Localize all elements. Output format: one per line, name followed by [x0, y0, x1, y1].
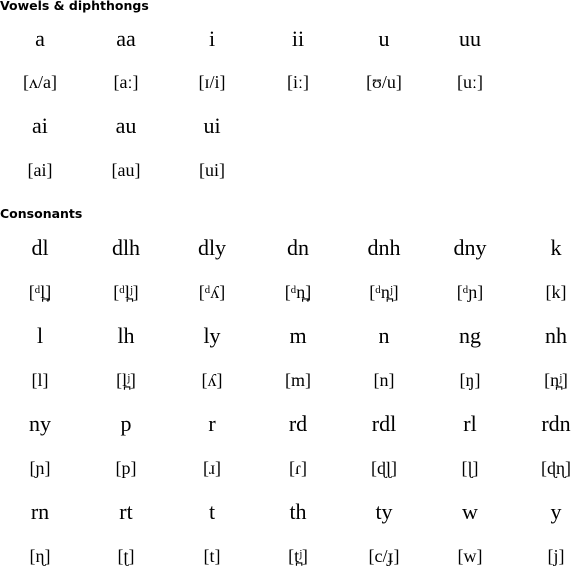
- vowels-heading: Vowels & diphthongs: [0, 0, 149, 13]
- ipa-transcription: [iː]: [287, 72, 309, 92]
- letter: p: [120, 411, 132, 436]
- letter: rd: [288, 411, 308, 436]
- letter: y: [550, 499, 562, 524]
- ipa-transcription: [w]: [457, 546, 483, 566]
- ipa-transcription: [aː]: [113, 72, 139, 92]
- consonants-heading: Consonants: [0, 206, 83, 221]
- ipa-transcription: [ɭ]: [461, 458, 479, 478]
- ipa-transcription: [ɪ/i]: [198, 72, 226, 92]
- letter: aa: [116, 26, 136, 51]
- ipa-transcription: [ai]: [27, 160, 53, 180]
- ipa-transcription: [ʎ]: [201, 370, 223, 390]
- letter: dlh: [111, 235, 141, 260]
- letter: ng: [459, 323, 481, 348]
- ipa-transcription: [ᵈn̪ʲ]: [369, 282, 399, 302]
- ipa-transcription: [ʌ/a]: [23, 72, 57, 92]
- letter: dly: [197, 235, 227, 260]
- letter: ii: [291, 26, 305, 51]
- letter: ly: [203, 323, 221, 348]
- letter: rn: [30, 499, 50, 524]
- ipa-transcription: [ᵈl̪ʲ]: [113, 282, 139, 302]
- ipa-transcription: [n̪ʲ]: [544, 370, 568, 390]
- ipa-transcription: [n]: [373, 370, 395, 390]
- letter: ai: [32, 113, 48, 138]
- letter: ty: [375, 499, 393, 524]
- letter: dn: [287, 235, 309, 260]
- ipa-transcription: [ᵈn̪]: [284, 282, 312, 302]
- letter: n: [378, 323, 390, 348]
- letter: l: [36, 323, 44, 348]
- letter: rt: [119, 499, 133, 524]
- ipa-transcription: [ɖɳ]: [541, 458, 571, 478]
- ipa-transcription: [p]: [115, 458, 137, 478]
- letter: ui: [203, 113, 221, 138]
- ipa-transcription: [ʈ]: [117, 546, 135, 566]
- ipa-transcription: [ᵈɲ]: [456, 282, 484, 302]
- ipa-transcription: [t]: [203, 546, 221, 566]
- letter: dny: [453, 235, 487, 260]
- ipa-transcription: [ɾ]: [289, 458, 307, 478]
- ipa-transcription: [j]: [547, 546, 565, 566]
- ipa-transcription: [ui]: [199, 160, 225, 180]
- letter: w: [462, 499, 478, 524]
- letter: th: [289, 499, 307, 524]
- letter: rl: [463, 411, 477, 436]
- letter: dl: [31, 235, 49, 260]
- ipa-transcription: [ɹ]: [203, 458, 221, 478]
- letter: k: [550, 235, 562, 260]
- ipa-transcription: [c/ɟ]: [368, 546, 400, 566]
- letter: nh: [545, 323, 567, 348]
- letter: a: [35, 26, 45, 51]
- letter: ny: [29, 411, 51, 436]
- letter: lh: [117, 323, 135, 348]
- letter: au: [115, 113, 137, 138]
- ipa-transcription: [uː]: [457, 72, 483, 92]
- ipa-transcription: [t̪ʲ]: [288, 546, 308, 566]
- letter: m: [289, 323, 307, 348]
- ipa-transcription: [ɲ]: [29, 458, 51, 478]
- ipa-transcription: [k]: [545, 282, 567, 302]
- letter: dnh: [367, 235, 401, 260]
- ipa-transcription: [ʊ/u]: [366, 72, 402, 92]
- ipa-transcription: [l̪ʲ]: [116, 370, 136, 390]
- letter: t: [208, 499, 216, 524]
- ipa-transcription: [ᵈl̪]: [28, 282, 52, 302]
- ipa-transcription: [ᵈʎ]: [198, 282, 226, 302]
- letter: rdn: [541, 411, 571, 436]
- ipa-transcription: [l]: [31, 370, 49, 390]
- ipa-transcription: [m]: [285, 370, 311, 390]
- letter: u: [378, 26, 390, 51]
- ipa-transcription: [ɳ]: [29, 546, 51, 566]
- letter: uu: [459, 26, 481, 51]
- letter: rdl: [371, 411, 397, 436]
- ipa-transcription: [au]: [111, 160, 141, 180]
- ipa-transcription: [ɖɭ]: [371, 458, 397, 478]
- letter: i: [208, 26, 216, 51]
- ipa-transcription: [ŋ]: [459, 370, 481, 390]
- letter: r: [208, 411, 216, 436]
